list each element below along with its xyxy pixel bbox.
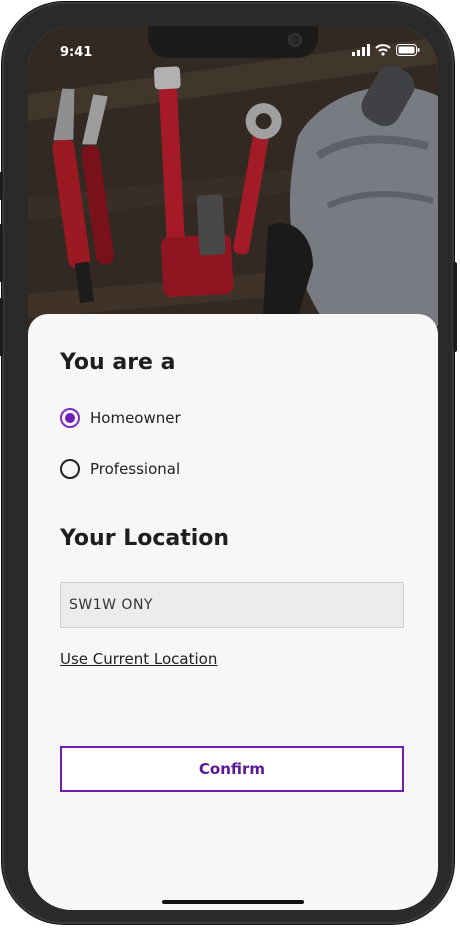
location-heading: Your Location <box>60 526 230 551</box>
app-screen: 9:41 You are a Homeowner Professional Yo… <box>28 26 438 910</box>
notch <box>148 26 318 58</box>
battery-icon <box>396 44 420 56</box>
radio-homeowner[interactable]: Homeowner <box>60 408 181 428</box>
volume-down-button <box>0 298 3 356</box>
signal-icon <box>352 44 370 56</box>
radio-checked-icon[interactable] <box>60 408 80 428</box>
form-card: You are a Homeowner Professional Your Lo… <box>28 314 438 910</box>
home-indicator <box>162 900 304 904</box>
radio-unchecked-icon[interactable] <box>60 459 80 479</box>
hero-tools-image <box>28 26 438 346</box>
confirm-button[interactable]: Confirm <box>60 746 404 792</box>
radio-label-homeowner: Homeowner <box>90 409 181 427</box>
wifi-icon <box>375 44 391 56</box>
location-input[interactable] <box>60 582 404 628</box>
use-current-location-link[interactable]: Use Current Location <box>60 650 217 668</box>
status-time: 9:41 <box>60 45 93 60</box>
tools-photo-icon <box>28 26 438 346</box>
role-heading: You are a <box>60 350 176 375</box>
mute-switch <box>0 172 3 200</box>
status-icons <box>352 44 420 56</box>
volume-up-button <box>0 224 3 282</box>
radio-label-professional: Professional <box>90 460 181 478</box>
radio-professional[interactable]: Professional <box>60 459 180 479</box>
phone-frame: 9:41 You are a Homeowner Professional Yo… <box>0 2 457 924</box>
camera-icon <box>288 33 302 47</box>
power-button <box>453 262 457 352</box>
